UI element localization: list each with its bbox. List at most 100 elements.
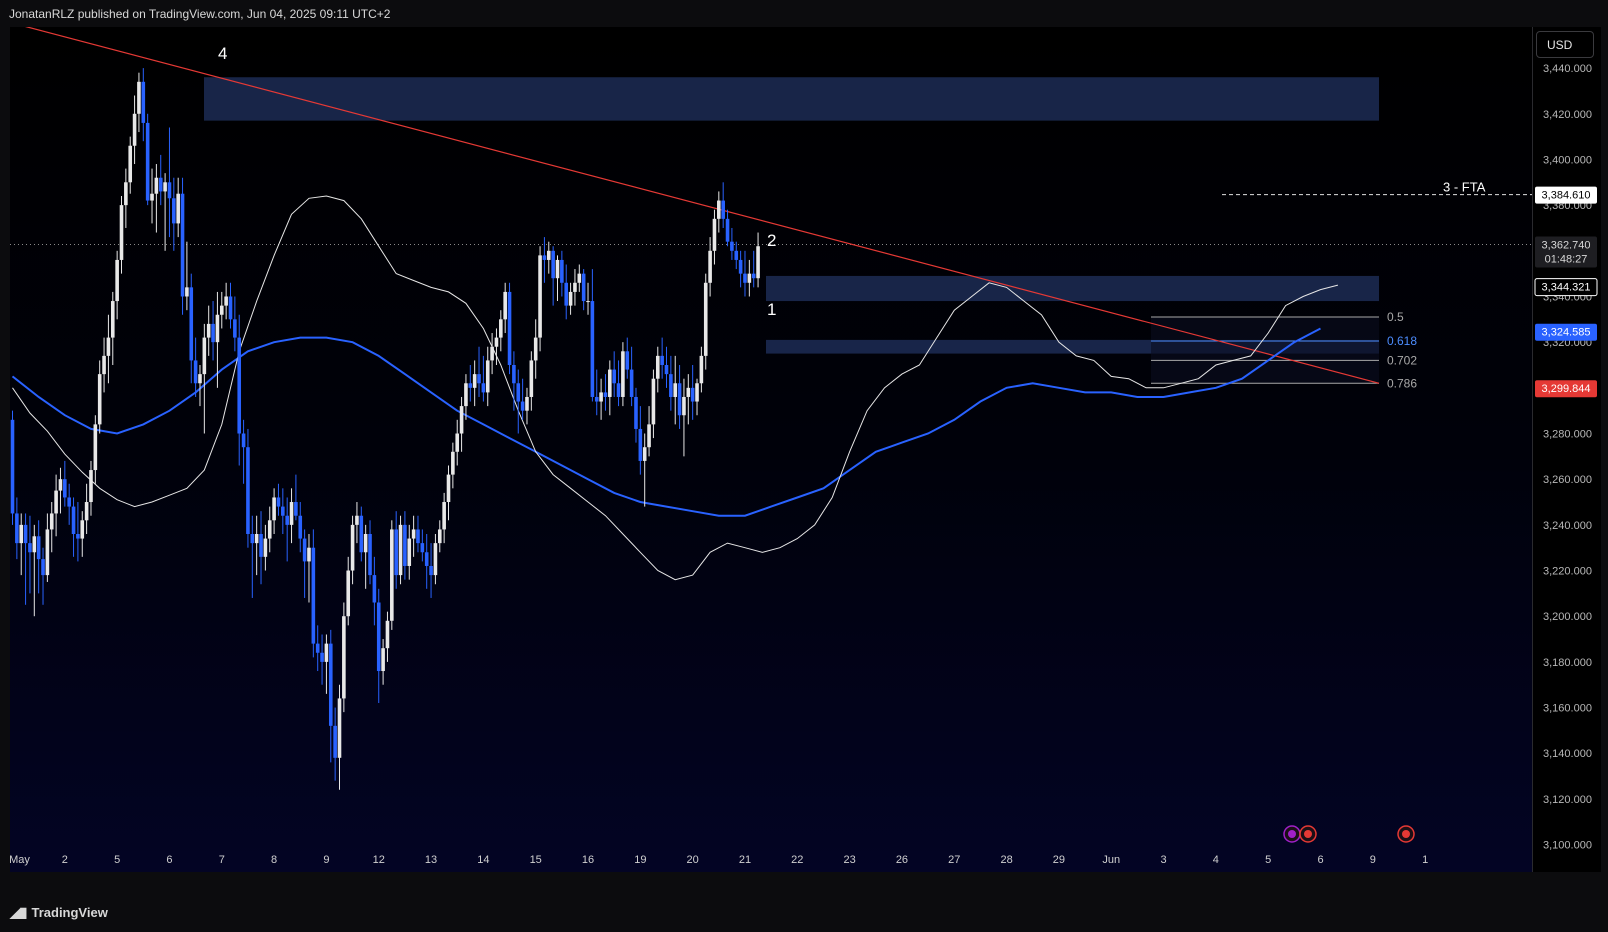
price-tag: 3,362.740 01:48:27 [1535,236,1597,268]
candle-body [533,337,538,361]
candle [41,547,45,605]
candle-body [302,538,307,562]
candle [49,502,54,553]
candle-body [603,392,608,397]
price-chart[interactable]: 0.50.6180.7020.786 4213 - FTA May 2 5 6 7 8 9 1… [9,21,1532,872]
candle [241,419,246,484]
x-axis-tick-label: 8 [271,854,277,866]
candle-body [424,552,429,566]
candle [594,369,599,416]
candle [690,365,695,420]
candle-body [154,177,159,194]
candle [407,524,412,580]
candle [45,513,50,582]
candle-body [485,360,490,393]
candle-body [721,200,725,219]
candle [743,250,747,297]
candle-body [49,513,54,530]
candle-body [80,520,85,539]
candle [398,515,403,585]
candle [586,282,590,315]
candle-body [237,337,242,434]
candle-body [163,182,167,192]
x-axis-tick-label: 16 [582,854,594,866]
candle [568,282,573,315]
candle-body [516,383,521,402]
candle [525,387,529,425]
event-icon-dot [1288,830,1296,838]
candle [403,511,407,580]
candle-body [23,524,28,544]
candle-body [446,474,451,503]
candle-body [529,360,534,397]
candle [560,250,564,297]
candle-body [477,374,481,384]
candle-body [97,374,102,425]
candle-body [246,447,250,534]
candle [359,506,364,562]
candle [324,634,329,694]
candle [590,269,595,402]
candle-body [167,182,172,199]
x-axis-tick-label: 9 [1370,854,1376,866]
candle [219,291,224,329]
candle-body [28,543,32,553]
candle [167,127,172,238]
candle-body [342,616,346,699]
candle-body [385,620,390,649]
candle [54,474,58,537]
currency-button[interactable]: USD [1536,31,1594,58]
candle-body [189,287,194,361]
candle [333,707,337,781]
attribution-text: JonatanRLZ published on TradingView.com,… [9,7,391,21]
candle [642,433,647,507]
candle-body [215,314,220,343]
candle [128,136,133,194]
candle-body [655,355,660,379]
price-axis[interactable]: 3,100.000 3,120.000 3,140.000 3,160.000 3,18… [1532,27,1601,872]
candle-body [346,570,351,617]
candle [267,506,272,553]
candle-body [368,534,372,576]
candle [350,515,355,585]
candle [747,259,752,297]
candle-body [734,250,739,260]
candle-body [307,547,311,562]
candle [703,273,708,370]
candle-body [281,506,285,516]
candle-body [546,250,551,260]
candle-body [150,193,154,201]
x-axis-tick-label: 15 [530,854,542,866]
tradingview-logo[interactable]: ◢▮ TradingView [10,904,108,921]
chart-plot-area[interactable]: 0.5 0.618 0.702 0.786 4213 - FTA May 2 5 6 7 8 9 1… [9,21,1532,872]
candle [132,95,137,165]
candle-body [376,602,381,672]
wave-label: 4 [218,44,227,63]
candle [124,168,128,228]
candle [551,246,555,306]
candle-body [324,643,329,662]
candle-body [625,351,630,370]
candle-body [137,81,141,114]
candle-body [381,648,385,672]
candle-body [333,725,337,758]
candle-body [525,396,529,411]
x-axis-tick-label: 9 [323,854,329,866]
candle-body [119,205,124,260]
candle-body [141,81,146,123]
candle [80,511,85,557]
candle-body [328,643,333,726]
candle [717,191,721,233]
candle-body [355,515,359,525]
candle [115,250,119,320]
candle [246,428,250,548]
tradingview-logo-text: TradingView [31,905,108,920]
candle-body [599,392,603,402]
y-axis-tick-label: 3,400.000 [1543,154,1592,166]
candle [542,237,547,283]
candle [294,474,298,521]
candle-body [285,515,289,525]
candle [372,556,377,626]
x-axis-tick-label: 13 [425,854,437,866]
candle-body [19,524,24,544]
